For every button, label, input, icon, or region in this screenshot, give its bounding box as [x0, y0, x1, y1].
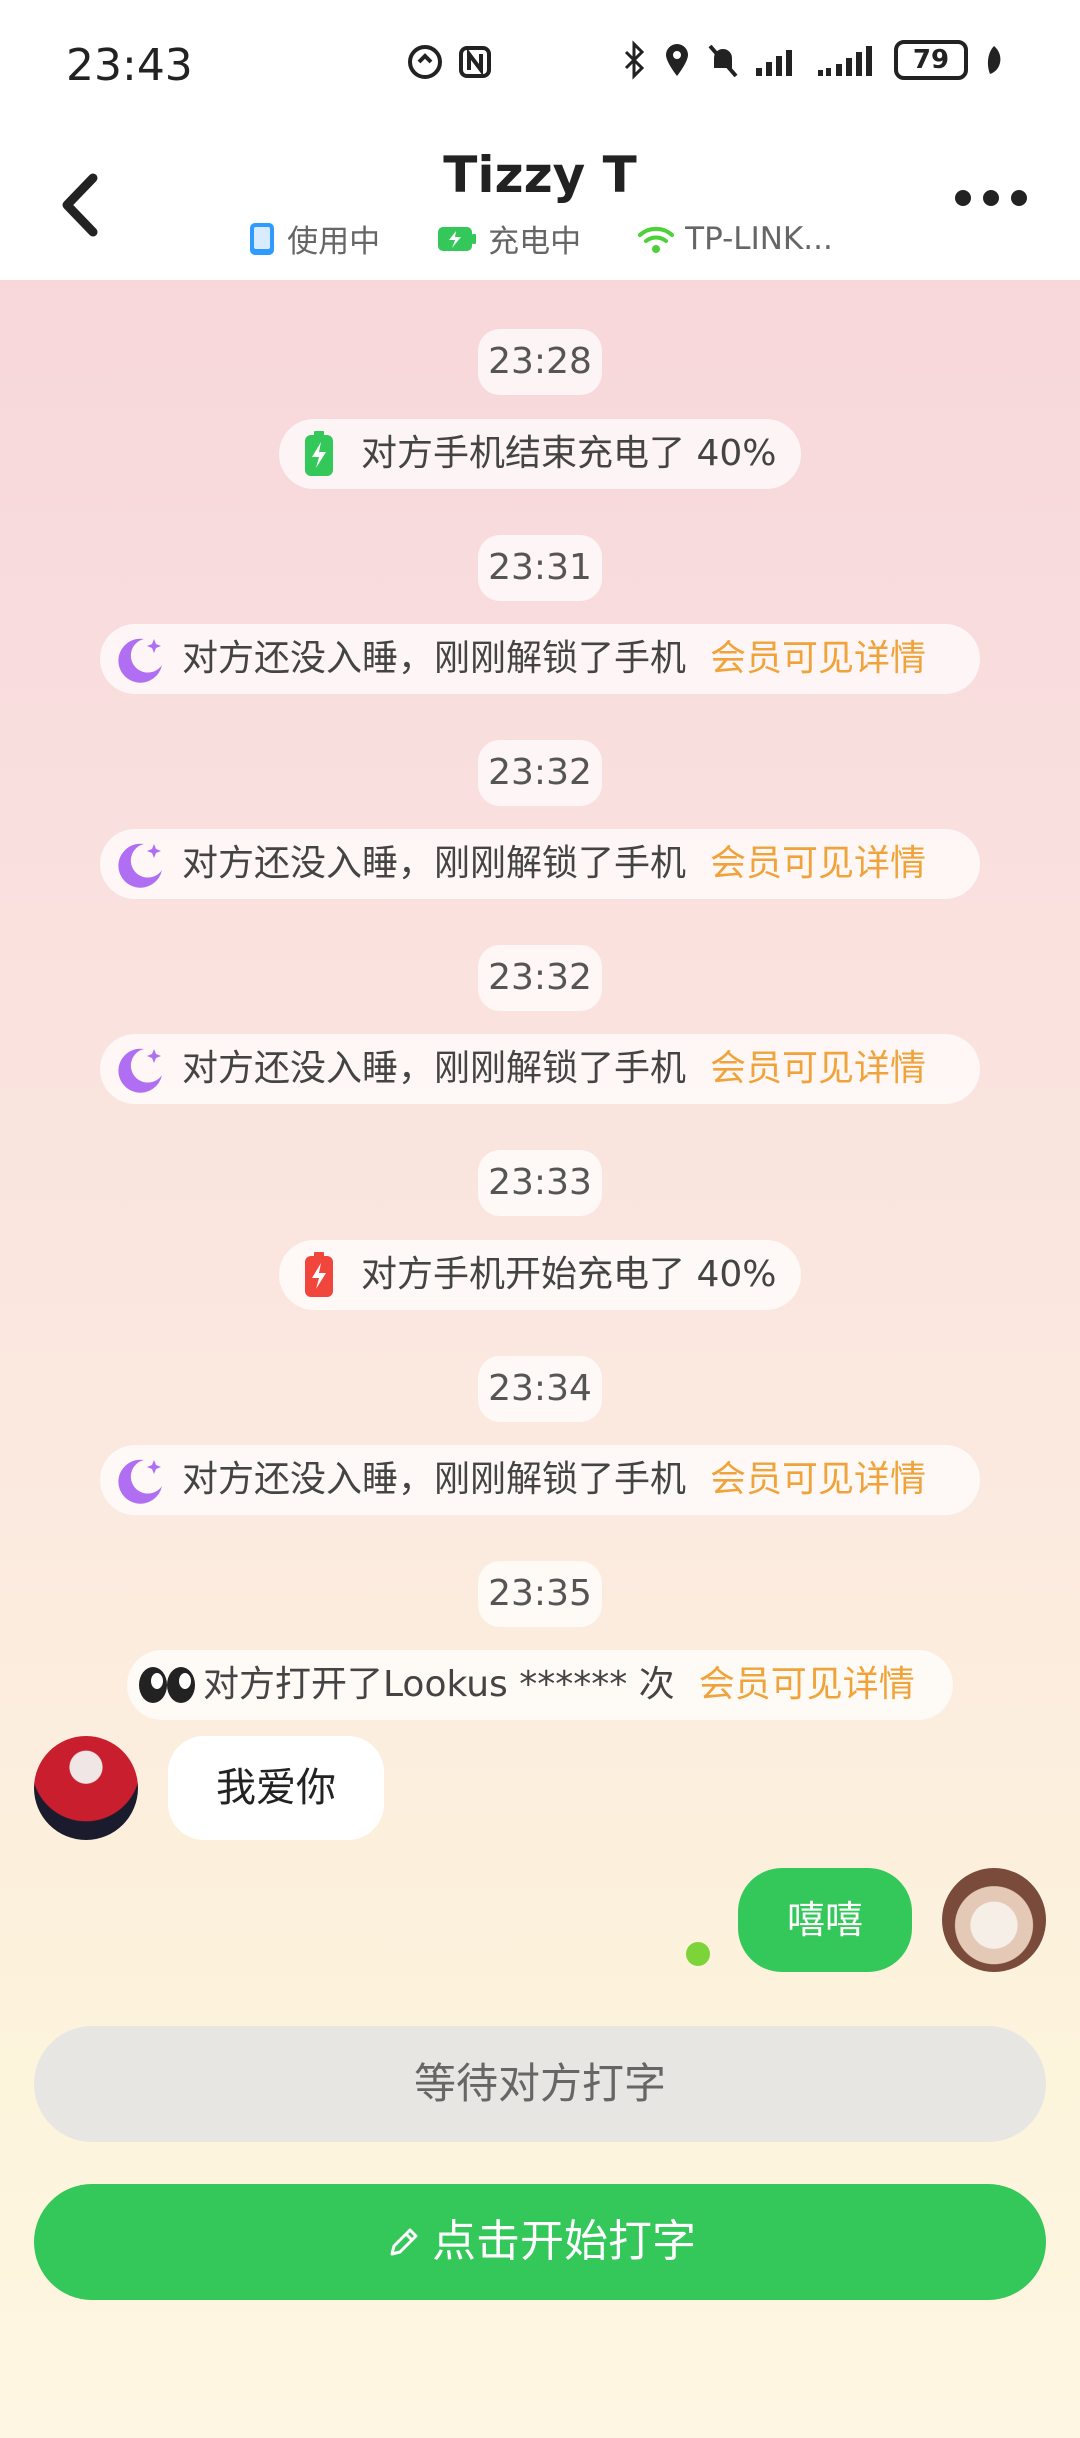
notice-unlock: 对方还没入睡，刚刚解锁了手机 会员可见详情: [100, 829, 980, 899]
wifi-label: TP-LINK...: [685, 220, 833, 257]
start-typing-label: 点击开始打字: [432, 2216, 696, 2267]
vip-details-link[interactable]: 会员可见详情: [710, 1034, 926, 1104]
location-icon: [666, 44, 688, 76]
waiting-for-typing-button[interactable]: 等待对方打字: [34, 2026, 1046, 2142]
timestamp: 23:31: [478, 535, 602, 601]
chat-header: Tizzy T 使用中 充电中 TP-LINK...: [0, 130, 1080, 280]
contact-name: Tizzy T: [443, 146, 637, 204]
nfc-icon: [459, 46, 491, 78]
vip-details-link[interactable]: 会员可见详情: [699, 1650, 915, 1720]
signal-icon-2: [818, 46, 872, 76]
vip-details-link[interactable]: 会员可见详情: [710, 1445, 926, 1515]
pencil-icon: [390, 2228, 418, 2256]
notice-text: 对方还没入睡，刚刚解锁了手机: [182, 1459, 687, 1500]
phone-status: 使用中: [247, 216, 380, 261]
moon-icon: [114, 838, 166, 890]
signal-icon: [756, 50, 792, 76]
notice-text: 对方打开了Lookus ****** 次: [203, 1664, 675, 1705]
more-options-icon[interactable]: [955, 190, 1035, 230]
online-status-dot: [686, 1942, 710, 1966]
notice-charge-start: 对方手机开始充电了 40%: [279, 1240, 801, 1310]
notice-text: 对方手机结束充电了 40%: [361, 433, 777, 474]
bluetooth-icon: [624, 40, 645, 80]
timestamp: 23:34: [478, 1356, 602, 1422]
notice-unlock: 对方还没入睡，刚刚解锁了手机 会员可见详情: [100, 1445, 980, 1515]
battery-indicator: 79: [894, 40, 968, 80]
contact-status-row: 使用中 充电中 TP-LINK...: [0, 216, 1080, 261]
sync-icon: [408, 45, 442, 79]
wifi-icon: [638, 226, 675, 253]
leaf-icon: [987, 46, 1001, 74]
notice-text: 对方手机开始充电了 40%: [361, 1254, 777, 1295]
timestamp: 23:32: [478, 945, 602, 1011]
status-time: 23:43: [66, 40, 193, 91]
eyes-icon: [137, 1659, 197, 1711]
notice-app-opened: 对方打开了Lookus ****** 次 会员可见详情: [127, 1650, 953, 1720]
notice-text: 对方还没入睡，刚刚解锁了手机: [182, 1048, 687, 1089]
contact-avatar[interactable]: [34, 1736, 138, 1840]
wifi-status: TP-LINK...: [637, 216, 833, 261]
outgoing-message: 嘻嘻: [738, 1868, 912, 1972]
timestamp: 23:33: [478, 1150, 602, 1216]
charging-status: 充电中: [436, 216, 581, 261]
notice-text: 对方还没入睡，刚刚解锁了手机: [182, 638, 687, 679]
start-typing-button[interactable]: 点击开始打字: [34, 2184, 1046, 2300]
status-bar: 23:43 79: [0, 0, 1080, 130]
notice-charge-end: 对方手机结束充电了 40%: [279, 419, 801, 489]
notice-unlock: 对方还没入睡，刚刚解锁了手机 会员可见详情: [100, 1034, 980, 1104]
timestamp: 23:32: [478, 740, 602, 806]
timestamp: 23:28: [478, 329, 602, 395]
vip-details-link[interactable]: 会员可见详情: [710, 624, 926, 694]
timestamp: 23:35: [478, 1561, 602, 1627]
phone-icon: [250, 222, 275, 255]
notice-text: 对方还没入睡，刚刚解锁了手机: [182, 843, 687, 884]
moon-icon: [114, 1454, 166, 1506]
incoming-message: 我爱你: [168, 1736, 384, 1840]
vip-details-link[interactable]: 会员可见详情: [710, 829, 926, 899]
user-avatar[interactable]: [942, 1868, 1046, 1972]
moon-icon: [114, 1043, 166, 1095]
notice-unlock: 对方还没入睡，刚刚解锁了手机 会员可见详情: [100, 624, 980, 694]
mute-icon: [708, 44, 738, 78]
using-label: 使用中: [287, 224, 381, 260]
battery-full-green-icon: [293, 428, 345, 480]
battery-charging-icon: [438, 226, 477, 251]
battery-charging-red-icon: [293, 1249, 345, 1301]
charging-label: 充电中: [488, 224, 582, 260]
moon-icon: [114, 633, 166, 685]
